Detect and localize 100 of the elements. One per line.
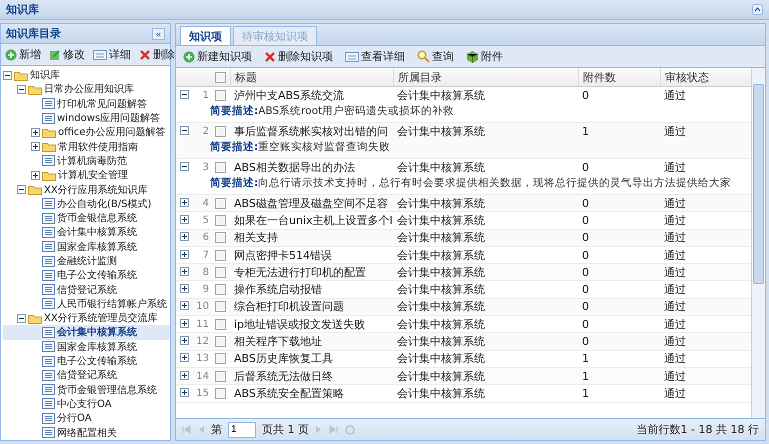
expand-icon[interactable]: [31, 170, 40, 180]
expand-icon[interactable]: [180, 336, 189, 346]
tree-item[interactable]: 人民币银行结算帐户系统: [3, 296, 170, 312]
delete-button[interactable]: 删除知识项: [263, 49, 334, 64]
row-checkbox[interactable]: [215, 162, 226, 173]
table-cell-text: 0: [581, 89, 590, 102]
collapse-icon[interactable]: [17, 84, 26, 94]
edit-button[interactable]: 修改: [48, 47, 86, 62]
table-cell-text: 会计集中核算系统: [396, 299, 486, 314]
row-checkbox[interactable]: [215, 198, 226, 209]
folder-icon: [42, 141, 56, 152]
attach-button[interactable]: 附件: [465, 49, 504, 64]
tree-item[interactable]: 信贷登记系统: [3, 368, 170, 383]
detail-button[interactable]: 详细: [92, 47, 132, 62]
add-button[interactable]: 新增: [4, 47, 42, 62]
row-checkbox[interactable]: [215, 250, 226, 261]
table-cell-text: 通过: [663, 264, 687, 280]
row-checkbox[interactable]: [215, 301, 226, 312]
collapse-button[interactable]: «: [152, 28, 165, 40]
expand-icon[interactable]: [180, 250, 189, 259]
tree-item[interactable]: 货币金银管理信息系统: [3, 382, 170, 397]
tree-item[interactable]: windows应用问题解答: [3, 110, 170, 126]
table-cell-text: 0: [581, 248, 590, 262]
collapse-icon[interactable]: [3, 70, 12, 80]
tree-item[interactable]: 国家金库核算系统: [3, 240, 170, 254]
expand-icon[interactable]: [180, 318, 189, 328]
table-cell-text: 会计集中核算系统: [396, 264, 486, 280]
collapse-icon[interactable]: [17, 314, 26, 323]
expand-icon[interactable]: [180, 198, 189, 207]
search-button[interactable]: 查询: [416, 49, 455, 64]
expand-icon[interactable]: [180, 266, 189, 276]
table-cell-text: 通过: [663, 160, 687, 175]
tree-item[interactable]: 货币金银信息系统: [3, 210, 170, 226]
column-header[interactable]: 标题: [230, 68, 393, 86]
folder-icon: [42, 126, 56, 138]
tree-item[interactable]: 计算机病毒防范: [3, 154, 170, 168]
scrollbar[interactable]: [751, 68, 765, 418]
table-cell-text: 0: [581, 318, 590, 331]
expand-icon[interactable]: [180, 370, 189, 380]
tree-item[interactable]: 网络配置相关: [3, 425, 170, 440]
table-cell-text: 通过: [663, 88, 687, 103]
tree-item[interactable]: 电子公文传输系统: [3, 268, 170, 282]
row-checkbox[interactable]: [215, 232, 226, 244]
table-cell-text: 通过: [663, 334, 687, 350]
tab[interactable]: 知识项: [180, 26, 231, 45]
tree-item[interactable]: 会计集中核算系统: [3, 225, 170, 240]
tree-item[interactable]: 分行OA: [3, 411, 170, 426]
collapse-icon[interactable]: [180, 162, 189, 171]
tree-item[interactable]: 国家金库核算系统: [3, 340, 170, 354]
collapse-icon[interactable]: [17, 185, 26, 194]
collapse-icon[interactable]: [180, 90, 189, 99]
table-cell-text: 会计集中核算系统: [396, 334, 486, 350]
tree-item[interactable]: 常用软件使用指南: [3, 139, 170, 154]
column-header[interactable]: 所属目录: [393, 68, 578, 86]
document-icon: [42, 212, 55, 224]
expand-icon[interactable]: [180, 232, 189, 242]
expand-icon[interactable]: [180, 214, 189, 224]
expand-icon[interactable]: [180, 301, 189, 310]
row-checkbox[interactable]: [215, 90, 226, 101]
expand-icon[interactable]: [31, 142, 40, 152]
tree-item[interactable]: 打印机常见问题解答: [3, 96, 170, 111]
expand-icon[interactable]: [31, 128, 40, 137]
row-checkbox[interactable]: [215, 336, 226, 348]
tree-item[interactable]: 日常办公应用知识库: [3, 82, 170, 97]
delete-button[interactable]: 删除: [138, 47, 176, 62]
expand-icon[interactable]: [180, 284, 189, 294]
collapse-icon[interactable]: [180, 126, 189, 135]
tree-item[interactable]: 知识库: [3, 68, 170, 82]
row-checkbox[interactable]: [215, 266, 226, 278]
column-header[interactable]: 附件数: [578, 68, 660, 86]
tree-item[interactable]: 金融统计监测: [3, 254, 170, 268]
table-cell-text: 1: [581, 386, 590, 400]
tree-item[interactable]: 电子公文传输系统: [3, 354, 170, 368]
tree-item[interactable]: 信贷登记系统: [3, 282, 170, 297]
add-button[interactable]: 新建知识项: [182, 49, 253, 64]
tree-item[interactable]: XX分行应用系统知识库: [3, 182, 170, 197]
row-checkbox[interactable]: [215, 126, 226, 137]
collapse-icon[interactable]: [752, 4, 763, 15]
row-checkbox[interactable]: [215, 284, 226, 296]
tree-item[interactable]: 办公自动化(B/S模式): [3, 196, 170, 211]
row-checkbox[interactable]: [215, 353, 226, 364]
detail-button[interactable]: 查看详细: [344, 49, 406, 64]
row-checkbox[interactable]: [215, 388, 226, 399]
row-number: 13: [195, 353, 210, 364]
tree-item[interactable]: 中心支行OA: [3, 396, 170, 412]
expand-icon[interactable]: [180, 353, 189, 362]
tree-item[interactable]: 计算机安全管理: [3, 168, 170, 182]
row-checkbox[interactable]: [215, 318, 226, 330]
row-checkbox[interactable]: [215, 214, 226, 226]
tree-item[interactable]: XX分行系统管理员交流库: [3, 311, 170, 326]
table-cell-text: ABS相关数据导出的办法: [233, 160, 356, 175]
select-all-checkbox[interactable]: [215, 72, 226, 82]
document-icon: [42, 155, 55, 166]
row-checkbox[interactable]: [215, 370, 226, 382]
tree-item[interactable]: 会计集中核算系统: [3, 325, 170, 340]
page-input[interactable]: 1: [228, 422, 256, 438]
expand-icon[interactable]: [180, 388, 189, 397]
row-number: 1: [202, 90, 210, 101]
table-cell-text: 会计集中核算系统: [396, 248, 486, 263]
tree-item[interactable]: office办公应用问题解答: [3, 125, 170, 140]
